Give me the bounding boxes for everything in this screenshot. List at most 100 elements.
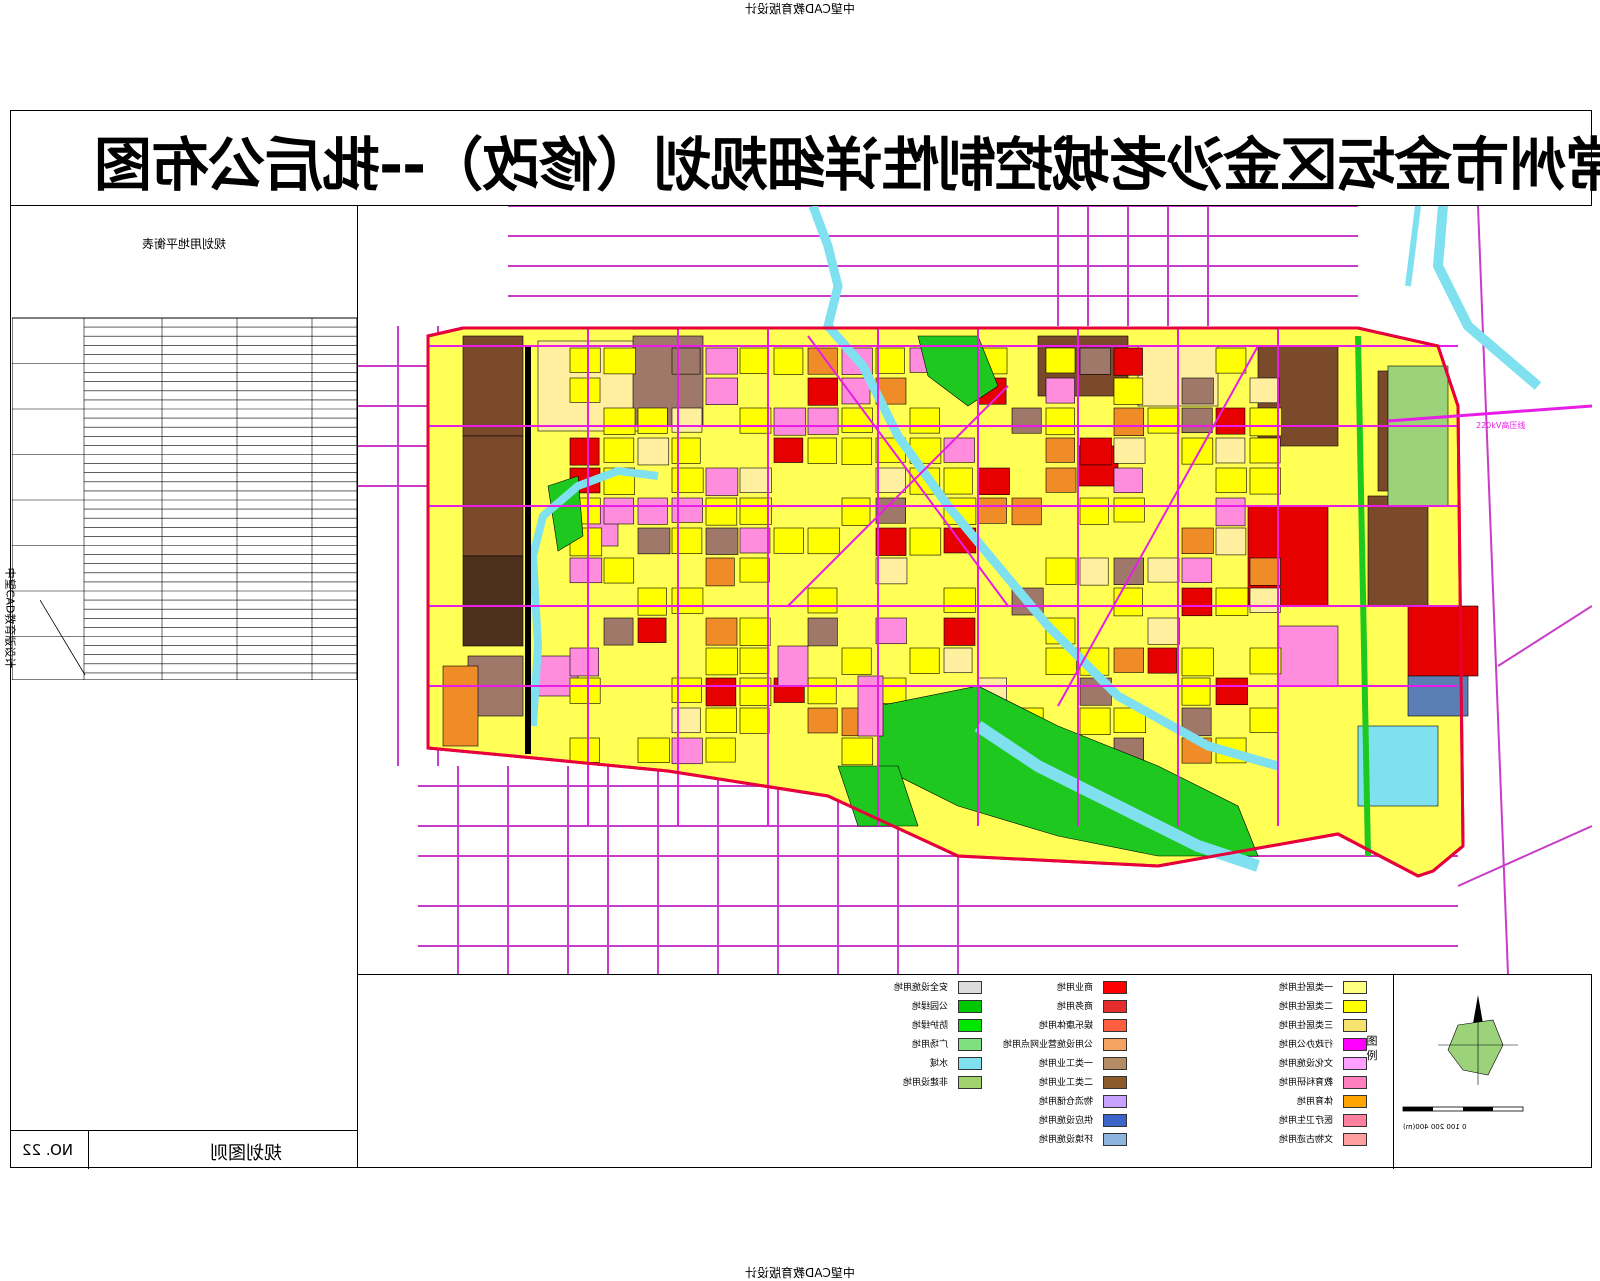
- legend-swatch: [1103, 1076, 1127, 1089]
- land-parcel: [1011, 497, 1042, 526]
- land-parcel: [909, 407, 940, 434]
- land-parcel: [739, 467, 772, 494]
- land-parcel: [603, 437, 635, 463]
- legend-swatch: [958, 1076, 982, 1089]
- legend-swatch: [1343, 1133, 1367, 1146]
- land-parcel: [603, 347, 636, 375]
- title-block: NO. 22 规划图则: [10, 1130, 358, 1169]
- education-parcel: [442, 665, 479, 747]
- land-parcel: [807, 377, 838, 406]
- public-parcel: [1277, 625, 1339, 687]
- land-parcel: [671, 407, 703, 433]
- land-parcel: [569, 557, 603, 584]
- land-parcel: [739, 497, 772, 525]
- legend-swatch: [1103, 981, 1127, 994]
- land-parcel: [773, 347, 804, 375]
- land-parcel: [807, 407, 839, 435]
- land-parcel: [943, 617, 976, 646]
- land-use-map: 220kV高压线: [358, 206, 1592, 974]
- legend-label: 水域: [929, 1059, 948, 1069]
- land-parcel: [909, 527, 942, 556]
- land-parcel: [1113, 407, 1145, 436]
- land-parcel: [1113, 347, 1143, 376]
- land-parcel: [1249, 467, 1281, 495]
- land-parcel: [1045, 377, 1075, 404]
- land-parcel: [875, 617, 907, 645]
- industrial-parcel: [462, 435, 524, 557]
- land-parcel: [1249, 647, 1282, 675]
- public-parcel: [777, 645, 809, 687]
- land-parcel: [705, 737, 736, 763]
- land-parcel: [1113, 437, 1146, 464]
- legend-swatch: [1103, 1095, 1127, 1108]
- legend-swatch: [1103, 1019, 1127, 1032]
- legend-label: 公园绿地: [911, 1002, 948, 1012]
- land-parcel: [1215, 347, 1247, 374]
- legend-divider: [1393, 975, 1394, 1169]
- drawing-label-text: 规划图则: [210, 1143, 282, 1164]
- land-parcel: [875, 557, 908, 585]
- legend-swatch: [1103, 1057, 1127, 1070]
- legend-label: 二类居住用地: [1278, 1002, 1333, 1012]
- top-watermark-text: 中望CAD教育版设计: [745, 2, 855, 16]
- land-parcel: [569, 677, 601, 704]
- industrial-parcel: [1367, 495, 1429, 607]
- land-parcel: [1147, 617, 1180, 645]
- land-parcel: [671, 527, 703, 554]
- land-parcel: [1147, 407, 1180, 434]
- legend-swatch: [1343, 1019, 1367, 1032]
- land-parcel: [1249, 707, 1279, 733]
- legend-label: 广场用地: [911, 1040, 948, 1050]
- industrial-parcel: [462, 335, 524, 437]
- drawing-number-text: NO. 22: [22, 1141, 74, 1159]
- land-parcel: [1079, 497, 1109, 525]
- land-parcel: [739, 677, 772, 706]
- land-parcel: [807, 527, 840, 555]
- legend-swatch: [1343, 1057, 1367, 1070]
- legend-label: 物流仓储用地: [1038, 1097, 1093, 1107]
- land-parcel: [739, 617, 771, 646]
- title-block-divider: [88, 1131, 89, 1169]
- legend-label: 教育科研用地: [1278, 1078, 1333, 1088]
- legend-swatch: [958, 1019, 982, 1032]
- land-parcel: [841, 497, 871, 526]
- top-watermark: 中望CAD教育版设计: [745, 0, 855, 17]
- land-parcel: [603, 407, 636, 435]
- land-parcel: [807, 677, 837, 705]
- land-parcel: [773, 527, 804, 554]
- land-parcel: [773, 407, 807, 436]
- land-parcel: [637, 617, 667, 643]
- land-parcel: [739, 647, 770, 674]
- land-parcel: [739, 707, 770, 734]
- land-parcel: [943, 437, 975, 463]
- land-parcel: [637, 497, 668, 525]
- land-parcel: [841, 407, 873, 433]
- land-parcel: [1181, 647, 1214, 677]
- legend-label: 防护绿地: [911, 1021, 948, 1031]
- land-parcel: [705, 467, 739, 496]
- land-parcel: [1181, 437, 1214, 465]
- table-title: 规划用地平衡表: [12, 235, 357, 252]
- land-parcel: [705, 707, 738, 733]
- land-parcel: [1181, 527, 1214, 554]
- land-parcel: [1045, 407, 1075, 436]
- industrial-parcel: [462, 555, 524, 647]
- legend-label: 公用设施营业网点用地: [1002, 1040, 1093, 1050]
- land-parcel: [1113, 377, 1144, 405]
- legend-label: 三类居住用地: [1278, 1021, 1333, 1031]
- land-parcel: [671, 707, 701, 734]
- land-parcel: [773, 437, 804, 463]
- land-parcel: [841, 437, 873, 465]
- land-parcel: [1215, 437, 1246, 464]
- legend-swatch: [1343, 1114, 1367, 1127]
- land-parcel: [671, 677, 702, 703]
- land-parcel: [1181, 587, 1213, 617]
- scale-bar: [1402, 1106, 1524, 1112]
- land-parcel: [705, 677, 737, 707]
- legend-label: 供应设施用地: [1038, 1116, 1093, 1126]
- land-parcel: [875, 527, 907, 556]
- land-parcel: [671, 497, 703, 523]
- land-parcel: [1249, 557, 1281, 586]
- land-parcel: [1113, 497, 1145, 523]
- land-parcel: [637, 407, 668, 434]
